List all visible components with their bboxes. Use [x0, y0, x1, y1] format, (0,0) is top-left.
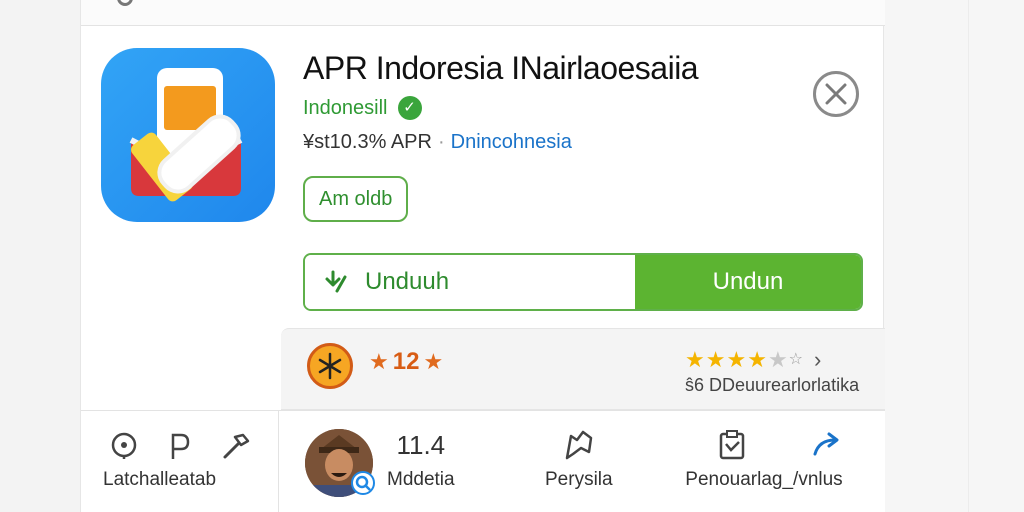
developer-name[interactable]: Indonesill	[303, 97, 388, 120]
nav-item-report[interactable]: Perysila	[545, 429, 613, 491]
bottom-nav: Latchalleatab 11.4 Mddetia Perysila Peno…	[81, 410, 885, 512]
nav-label-media: Mddetia	[387, 469, 455, 490]
nav-item-media[interactable]: 11.4 Mddetia	[387, 429, 455, 491]
meta-link[interactable]: Dnincohnesia	[451, 131, 572, 154]
nav-label-report: Perysila	[545, 469, 613, 490]
star-icon: ★	[767, 347, 788, 372]
rating-panel[interactable]: ★ 12 ★ ★ ★ ★ ★ ★ ☆ › ŝ6 DDeuurearlorlati…	[281, 328, 885, 410]
download-button-group: Unduuh Undun	[303, 253, 863, 311]
meta-row: ¥st10.3% APR · Dnincohnesia	[303, 131, 572, 154]
meta-separator: ·	[437, 131, 445, 153]
share-icon[interactable]	[811, 430, 843, 460]
p-icon[interactable]	[169, 431, 191, 461]
rating-icon	[307, 343, 353, 389]
download-icon	[325, 270, 347, 293]
download-secondary-label: Unduuh	[365, 268, 450, 295]
star-rating: ★ ★ ★ ★ ★ ☆ ›	[685, 347, 821, 373]
nav-left-label[interactable]: Latchalleatab	[103, 469, 216, 491]
left-background	[0, 0, 80, 512]
nav-left-icons	[109, 431, 251, 461]
star-icon: ★	[685, 347, 705, 372]
app-title: APR Indoresia INairlaoesaiia	[303, 50, 699, 86]
right-divider	[968, 0, 969, 512]
developer-row: Indonesill ✓	[303, 96, 422, 120]
download-primary-label: Undun	[712, 268, 784, 295]
flag-icon	[565, 430, 593, 460]
right-background	[884, 0, 1024, 512]
clipboard-icon	[719, 430, 745, 460]
rating-caption: ŝ6 DDeuurearlorlatika	[685, 375, 860, 395]
download-secondary-button[interactable]: Unduuh	[305, 255, 635, 309]
meta-text: ¥st10.3% APR	[303, 131, 432, 153]
page: APR Indoresia INairlaoesaiia Indonesill …	[0, 0, 1024, 512]
top-search-strip	[81, 0, 885, 26]
chevron-right-icon[interactable]: ›	[814, 347, 821, 373]
rating-score-value: 12	[392, 348, 420, 375]
category-badge[interactable]: Am oldb	[303, 176, 409, 222]
nav-count: 11.4	[396, 429, 446, 460]
nav-left-group: Latchalleatab	[81, 411, 279, 512]
location-pin-icon[interactable]	[109, 431, 139, 461]
search-icon	[351, 471, 375, 495]
verified-icon: ✓	[397, 96, 422, 120]
close-button[interactable]	[813, 71, 859, 117]
search-icon[interactable]	[117, 0, 133, 6]
close-icon	[825, 83, 847, 105]
nav-item-settings[interactable]: Penouarlag_/vnlus	[685, 429, 843, 491]
star-icon: ★	[747, 347, 767, 372]
rating-score: ★ 12 ★	[369, 348, 443, 376]
app-icon	[101, 48, 275, 222]
star-icon: ★	[726, 347, 747, 372]
star-icon: ★	[705, 347, 726, 372]
star-icon: ★	[423, 349, 444, 374]
nav-label-settings: Penouarlag_/vnlus	[685, 469, 843, 490]
app-detail-card: APR Indoresia INairlaoesaiia Indonesill …	[80, 0, 885, 512]
star-icon: ★	[369, 349, 389, 374]
hammer-icon[interactable]	[221, 431, 251, 461]
star-icon: ☆	[788, 351, 804, 368]
download-primary-button[interactable]: Undun	[635, 255, 861, 309]
